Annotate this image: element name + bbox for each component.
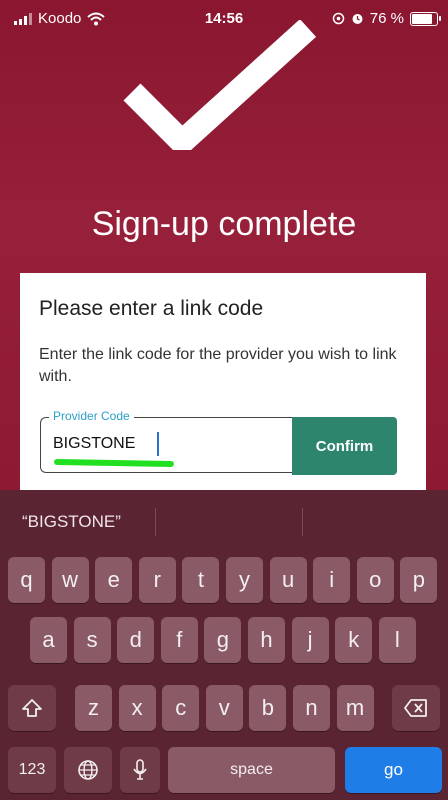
checkmark-icon	[123, 20, 317, 150]
suggestion-item[interactable]: “BIGSTONE”	[22, 512, 121, 532]
provider-code-label: Provider Code	[49, 409, 134, 423]
link-code-card: Please enter a link code Enter the link …	[20, 273, 426, 493]
numbers-key[interactable]: 123	[8, 747, 56, 793]
key-z[interactable]: z	[75, 685, 112, 731]
page-title: Sign-up complete	[91, 205, 357, 243]
key-i[interactable]: i	[313, 557, 351, 603]
key-o[interactable]: o	[356, 557, 394, 603]
key-e[interactable]: e	[95, 557, 133, 603]
key-q[interactable]: q	[8, 557, 45, 603]
key-g[interactable]: g	[204, 617, 242, 663]
key-v[interactable]: v	[205, 685, 243, 731]
suggestion-divider	[302, 508, 303, 536]
space-key[interactable]: space	[168, 747, 335, 793]
provider-code-input[interactable]	[53, 435, 253, 453]
location-icon	[332, 12, 345, 25]
text-cursor	[157, 432, 159, 456]
key-h[interactable]: h	[248, 617, 285, 663]
confirm-button[interactable]: Confirm	[292, 417, 397, 475]
shift-key[interactable]	[8, 685, 56, 731]
key-d[interactable]: d	[117, 617, 155, 663]
globe-icon	[78, 760, 98, 780]
backspace-icon	[404, 699, 427, 717]
key-k[interactable]: k	[335, 617, 373, 663]
key-u[interactable]: u	[269, 557, 307, 603]
card-description: Enter the link code for the provider you…	[39, 346, 397, 385]
key-y[interactable]: y	[226, 557, 263, 603]
key-p[interactable]: p	[400, 557, 438, 603]
suggestion-bar: “BIGSTONE”	[0, 490, 448, 550]
shift-icon	[22, 699, 42, 717]
battery-icon	[410, 11, 441, 26]
keyboard: “BIGSTONE” q w e r t y u i o p a s d f g h j k l z x c v b n m 123…	[0, 490, 448, 800]
key-l[interactable]: l	[378, 617, 416, 663]
battery-percent: 76 %	[369, 10, 404, 27]
alarm-icon	[352, 14, 363, 24]
key-b[interactable]: b	[249, 685, 287, 731]
key-j[interactable]: j	[291, 617, 329, 663]
key-n[interactable]: n	[293, 685, 330, 731]
key-x[interactable]: x	[118, 685, 156, 731]
key-m[interactable]: m	[336, 685, 374, 731]
key-c[interactable]: c	[162, 685, 200, 731]
key-f[interactable]: f	[160, 617, 198, 663]
key-r[interactable]: r	[138, 557, 176, 603]
key-w[interactable]: w	[51, 557, 89, 603]
globe-key[interactable]	[64, 747, 112, 793]
card-heading: Please enter a link code	[39, 297, 264, 320]
delete-key[interactable]	[392, 685, 440, 731]
key-t[interactable]: t	[182, 557, 220, 603]
microphone-icon	[133, 759, 147, 780]
suggestion-divider	[155, 508, 156, 536]
microphone-key[interactable]	[120, 747, 160, 793]
key-a[interactable]: a	[30, 617, 67, 663]
status-right: 76 %	[332, 10, 441, 27]
key-s[interactable]: s	[73, 617, 111, 663]
go-key[interactable]: go	[345, 747, 442, 793]
